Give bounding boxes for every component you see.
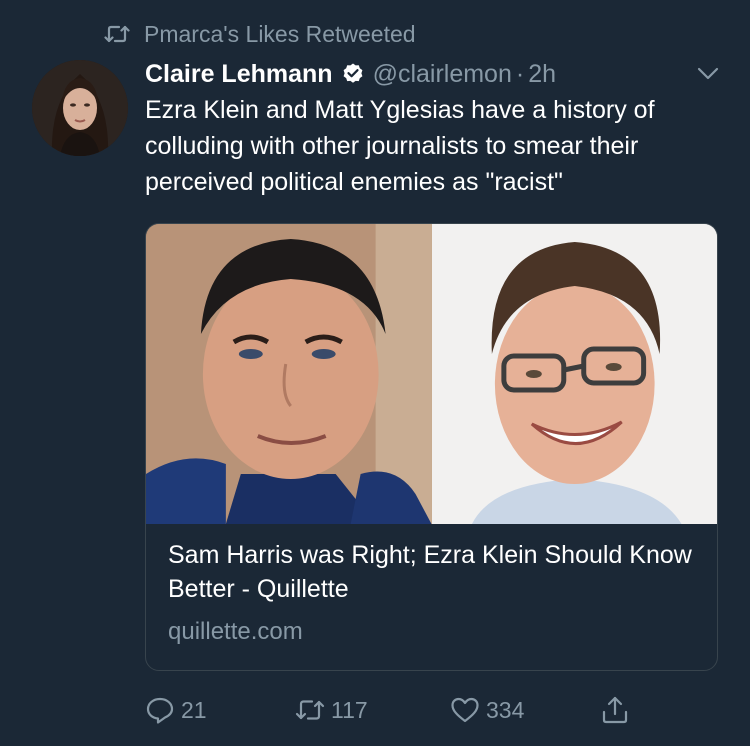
action-bar: 21 117 334 xyxy=(145,695,645,731)
reply-count: 21 xyxy=(181,696,207,723)
photo-left xyxy=(146,224,432,524)
avatar[interactable] xyxy=(32,60,128,156)
social-context[interactable]: Pmarca's Likes Retweeted xyxy=(104,19,416,49)
chevron-down-icon[interactable] xyxy=(696,64,720,84)
tweet[interactable]: Pmarca's Likes Retweeted Claire Lehmann … xyxy=(0,0,750,746)
link-card[interactable]: Sam Harris was Right; Ezra Klein Should … xyxy=(145,223,718,671)
tweet-header: Claire Lehmann @clairlemon · 2h xyxy=(145,56,660,92)
timestamp[interactable]: 2h xyxy=(528,60,556,89)
share-icon xyxy=(602,696,628,724)
display-name[interactable]: Claire Lehmann xyxy=(145,60,333,89)
retweet-count: 117 xyxy=(331,696,368,723)
card-domain: quillette.com xyxy=(168,618,303,645)
card-title: Sam Harris was Right; Ezra Klein Should … xyxy=(168,541,692,603)
card-image xyxy=(146,224,717,524)
handle[interactable]: @clairlemon xyxy=(373,60,512,89)
share-button[interactable] xyxy=(600,695,630,725)
separator: · xyxy=(515,59,525,88)
reply-icon xyxy=(146,697,174,724)
heart-icon xyxy=(451,697,479,723)
retweet-button[interactable]: 117 xyxy=(295,695,368,725)
photo-right xyxy=(431,224,717,524)
reply-button[interactable]: 21 xyxy=(145,695,207,725)
like-count: 334 xyxy=(486,696,525,723)
retweet-icon xyxy=(104,25,130,43)
retweet-icon xyxy=(295,700,325,720)
verified-badge-icon xyxy=(343,63,362,83)
like-button[interactable]: 334 xyxy=(450,695,524,725)
social-context-text: Pmarca's Likes Retweeted xyxy=(144,20,416,47)
tweet-text: Ezra Klein and Matt Yglesias have a hist… xyxy=(145,96,655,196)
